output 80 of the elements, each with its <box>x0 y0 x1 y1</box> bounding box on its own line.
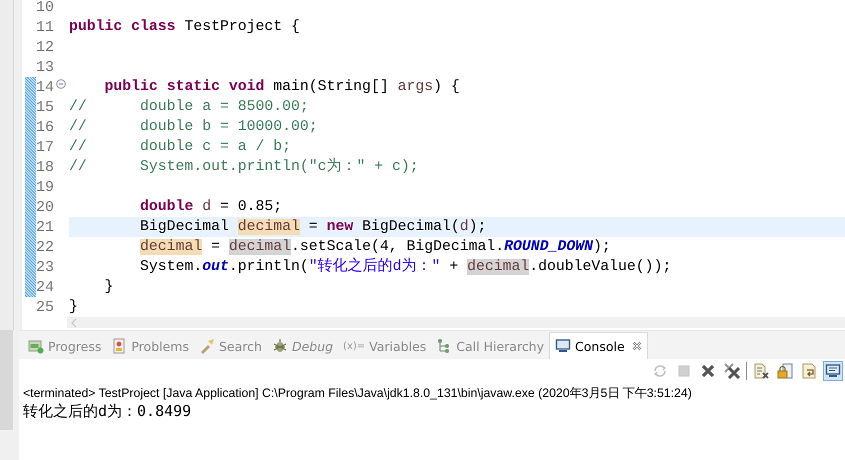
line-number: 11 <box>36 18 56 36</box>
code-text: BigDecimal <box>140 219 230 235</box>
line-number: 12 <box>36 38 56 56</box>
code-text: TestProject { <box>184 19 300 35</box>
view-tab[interactable]: (x)= Variables <box>338 333 432 359</box>
code-text: = <box>211 239 221 255</box>
monitor-icon <box>825 363 841 379</box>
code-text: = 0.85; <box>220 199 282 215</box>
horizontal-scrollbar[interactable] <box>67 317 845 328</box>
monitor-icon <box>555 338 572 354</box>
line-number: 17 <box>36 138 56 156</box>
line-number: 22 <box>36 238 56 256</box>
keyword: new <box>326 219 354 235</box>
line-number: 23 <box>36 258 56 276</box>
code-text: .println( <box>228 259 309 275</box>
keyword: public class <box>69 19 176 35</box>
code-text: .setScale(4, BigDecimal. <box>291 239 504 255</box>
display-button[interactable] <box>823 361 843 381</box>
bug-icon <box>272 338 288 354</box>
code-comment: // double a = 8500.00; <box>69 99 309 115</box>
view-tab[interactable]: Call Hierarchy <box>431 333 550 359</box>
code-text: ); <box>592 239 611 255</box>
code-text: } <box>104 279 114 295</box>
code-text: .doubleValue()); <box>529 259 672 275</box>
code-text: main(String[] <box>273 79 390 95</box>
code-text: + <box>449 259 460 275</box>
stop-icon <box>676 363 692 379</box>
variable-highlight: decimal <box>140 239 202 255</box>
static-field: ROUND_DOWN <box>504 239 593 255</box>
code-text: ); <box>468 219 486 235</box>
close-icon[interactable] <box>632 341 642 351</box>
code-comment: // double b = 10000.00; <box>69 119 318 135</box>
lock-button[interactable] <box>775 361 795 381</box>
double-x-icon <box>724 363 740 379</box>
code-text: = <box>308 219 319 235</box>
remove-all-button[interactable] <box>722 361 742 381</box>
line-number: 16 <box>36 118 56 136</box>
view-tab[interactable]: Debug <box>266 333 338 359</box>
code-comment: // double c = a / b; <box>69 139 291 155</box>
view-tab[interactable]: Progress <box>23 333 106 359</box>
page-arrow-icon <box>801 363 817 379</box>
x-icon <box>700 363 716 379</box>
variables-icon: (x)= <box>343 340 366 352</box>
line-number: 21 <box>36 218 56 236</box>
code-text: BigDecimal( <box>362 219 460 235</box>
variable-highlight: decimal <box>238 219 300 235</box>
console-output: 转化之后的d为：0.8499 <box>23 401 192 421</box>
variable-name: d <box>202 199 212 215</box>
keyword: public static void <box>104 79 264 95</box>
line-number: 13 <box>36 58 56 76</box>
code-text: ) { <box>433 79 460 95</box>
view-tab[interactable]: Problems <box>106 333 194 359</box>
variable-highlight: decimal <box>467 259 530 275</box>
collapse-icon[interactable] <box>56 79 66 89</box>
line-number: 15 <box>36 98 56 116</box>
line-number: 24 <box>36 278 56 296</box>
keyword: double <box>140 199 194 215</box>
line-number: 25 <box>36 298 56 316</box>
string-literal: "转化之后的d为：" <box>308 259 440 275</box>
line-number: 18 <box>36 158 56 176</box>
line-number: 14 <box>36 78 56 96</box>
clear-page-icon <box>753 363 769 379</box>
progress-icon <box>28 338 44 354</box>
variable-highlight: decimal <box>228 239 292 255</box>
sync-icon <box>652 363 668 379</box>
flashlight-icon <box>198 338 215 354</box>
variable-name: args <box>398 79 434 95</box>
code-comment: // System.out.println("c为：" + c); <box>69 159 419 175</box>
line-number: 19 <box>36 178 56 196</box>
code-text: System. <box>140 259 202 275</box>
view-tab[interactable]: Console <box>549 332 648 359</box>
console-header: <terminated> TestProject [Java Application] C:\Program Files\Java\jdk1.8.0_131\bin\javaw.exe (2020年3月5日 下午3:51:24) <box>23 385 693 401</box>
lock-icon <box>777 363 793 379</box>
view-tab[interactable]: Search <box>194 333 267 359</box>
code-text: } <box>69 299 78 315</box>
line-number: 10 <box>36 0 56 16</box>
variable-name: d <box>460 219 469 235</box>
static-field: out <box>202 259 229 275</box>
problems-icon <box>111 338 128 354</box>
line-number: 20 <box>36 198 56 216</box>
